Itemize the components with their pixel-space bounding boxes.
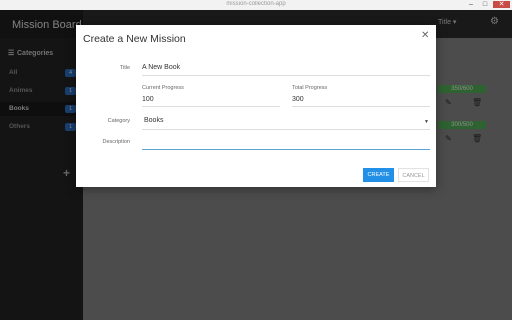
close-window-button[interactable]: ✕ <box>493 1 510 8</box>
current-progress-underline <box>142 106 280 107</box>
total-progress-underline <box>292 106 430 107</box>
window-title: mission-collection-app <box>226 1 286 7</box>
maximize-button[interactable]: □ <box>479 1 491 8</box>
total-progress-label: Total Progress <box>292 85 328 91</box>
minimize-button[interactable]: – <box>465 1 477 8</box>
create-button[interactable]: CREATE <box>363 168 394 182</box>
category-underline <box>142 129 430 130</box>
description-input[interactable] <box>142 138 430 148</box>
current-progress-input[interactable]: 100 <box>142 96 154 103</box>
title-input[interactable]: A New Book <box>142 64 180 71</box>
create-mission-dialog: Create a New Mission ✕ Title A New Book … <box>76 25 436 187</box>
close-icon[interactable]: ✕ <box>421 30 429 41</box>
title-label: Title <box>119 65 130 71</box>
title-underline <box>142 75 430 76</box>
chevron-down-icon[interactable]: ▼ <box>424 119 429 125</box>
category-label: Category <box>107 118 130 124</box>
cancel-button[interactable]: CANCEL <box>398 168 429 182</box>
dialog-title: Create a New Mission <box>83 33 186 45</box>
current-progress-label: Current Progress <box>142 85 184 91</box>
description-label: Description <box>102 139 130 145</box>
description-underline <box>142 149 430 150</box>
category-select[interactable]: Books <box>144 117 163 124</box>
total-progress-input[interactable]: 300 <box>292 96 304 103</box>
